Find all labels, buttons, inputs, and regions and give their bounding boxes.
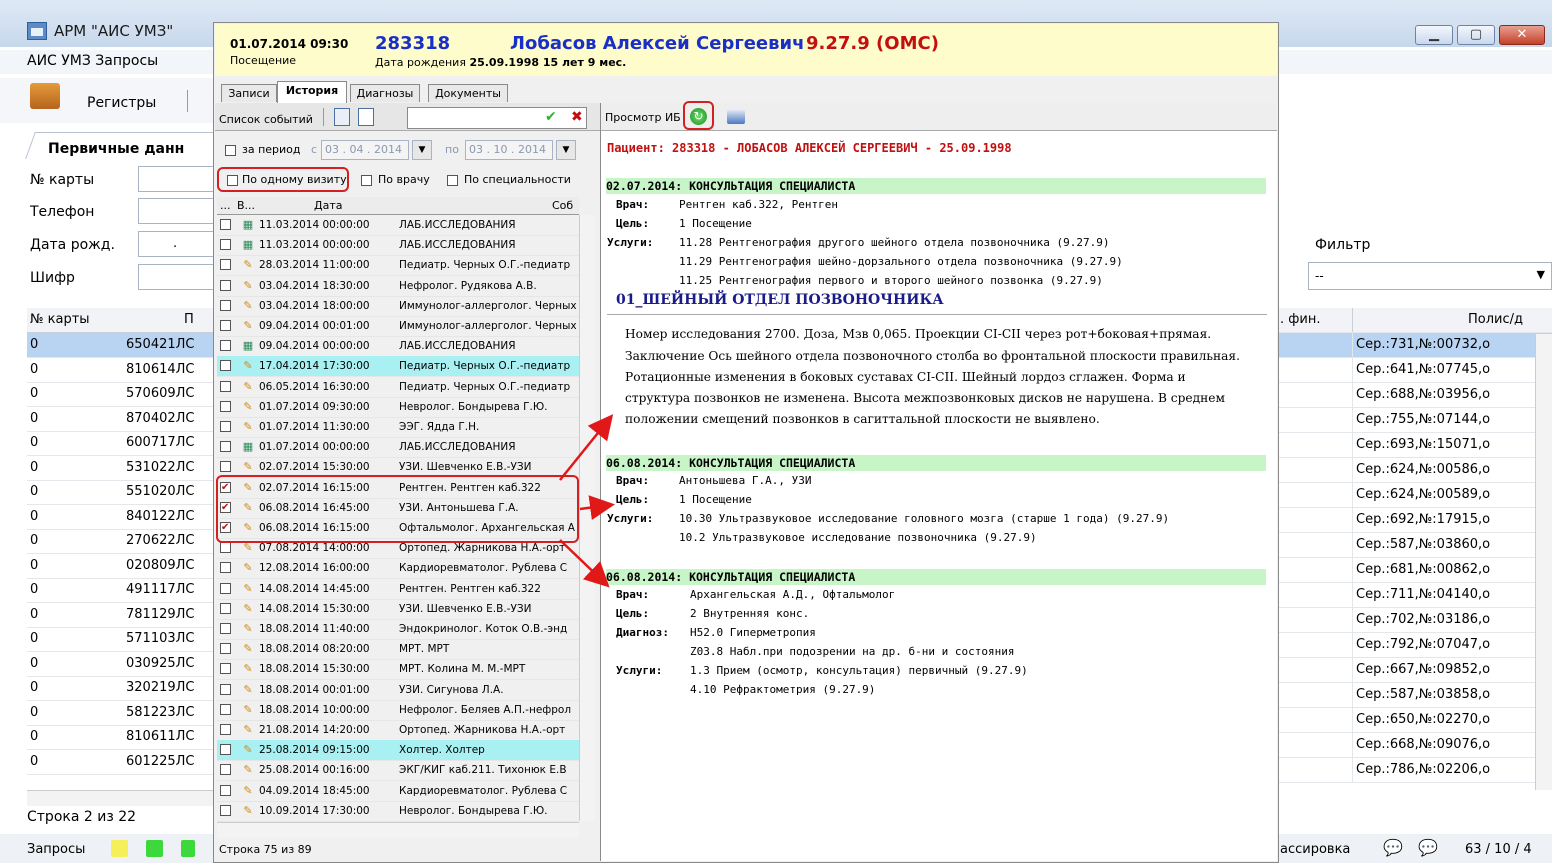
- annotation-arrows: [559, 414, 615, 588]
- arrow-to-record-2: [579, 495, 615, 521]
- arrow-to-record-3: [559, 539, 610, 588]
- arrow-to-record-1: [559, 414, 614, 481]
